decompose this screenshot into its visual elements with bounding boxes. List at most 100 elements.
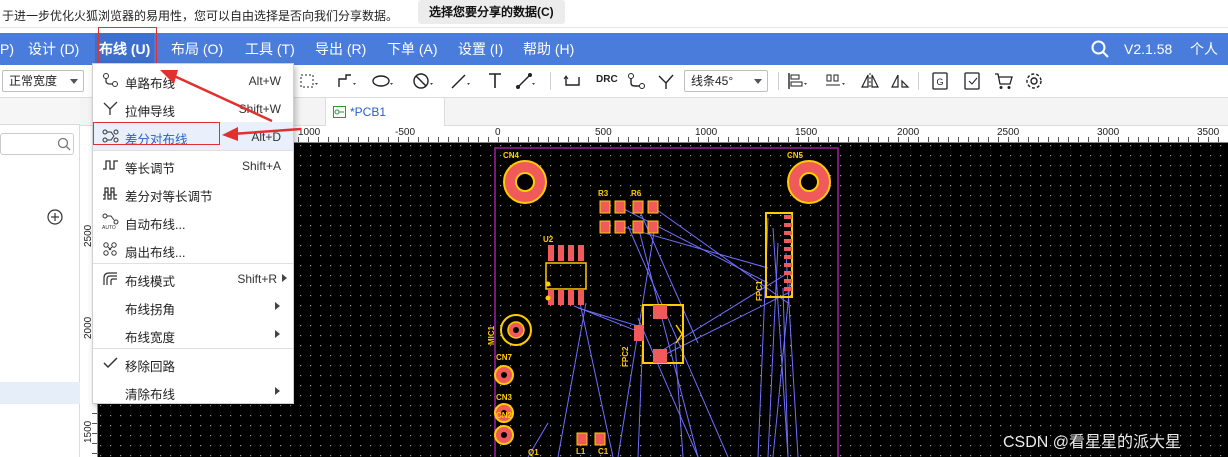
- menu-help[interactable]: 帮助 (H): [523, 33, 574, 65]
- ruler-label: -500: [395, 127, 416, 138]
- menu-item-shortcut: Alt+D: [251, 130, 281, 144]
- pcb-label-cn5: CN5: [787, 151, 804, 160]
- menu-item-shortcut: Shift+W: [238, 102, 281, 116]
- flip-horizontal-icon[interactable]: [859, 71, 881, 91]
- pcb-label-mic1: MIC1: [487, 325, 496, 345]
- line-width-select[interactable]: 正常宽度: [2, 70, 84, 92]
- align-icon[interactable]: [786, 71, 808, 91]
- left-panel-tab[interactable]: [0, 98, 80, 125]
- no-connect-icon[interactable]: [412, 71, 434, 91]
- menu-item-label: 拉伸导线: [125, 105, 176, 119]
- menu-item-label: 等长调节: [125, 162, 176, 176]
- personal-menu[interactable]: 个人: [1190, 33, 1218, 65]
- search-icon: [57, 137, 71, 151]
- notification-text: 于进一步优化火狐浏览器的易用性，您可以自由选择是否向我们分享数据。: [2, 9, 399, 23]
- ruler-label: 0: [495, 127, 501, 138]
- route-return-icon[interactable]: [562, 71, 584, 91]
- single-route-icon: [103, 73, 118, 87]
- menu-item-fanout[interactable]: 扇出布线...: [93, 235, 293, 263]
- ruler-label: 1000: [298, 127, 321, 138]
- pcb-icon: [333, 106, 346, 118]
- menu-layout[interactable]: 布局 (O): [171, 33, 223, 65]
- svg-text:AUTO: AUTO: [102, 225, 116, 229]
- stretch-icon[interactable]: [656, 71, 678, 91]
- menu-item-label: 差分对等长调节: [125, 190, 213, 204]
- menu-partial[interactable]: P): [0, 33, 14, 65]
- polyline-icon[interactable]: [336, 71, 358, 91]
- menu-item-label: 移除回路: [125, 360, 176, 374]
- chevron-down-icon: [754, 79, 762, 84]
- menu-order[interactable]: 下单 (A): [387, 33, 438, 65]
- pcb-label-l1: L1: [576, 447, 586, 456]
- ruler-label: 2000: [897, 127, 920, 138]
- menu-item-diff-length-tune[interactable]: 差分对等长调节: [93, 179, 293, 207]
- text-icon[interactable]: [485, 71, 507, 91]
- menu-item-stretch-track[interactable]: 拉伸导线 Shift+W: [93, 94, 293, 122]
- menu-item-length-tune[interactable]: 等长调节 Shift+A: [93, 151, 293, 179]
- toolbar-separator: [778, 72, 779, 90]
- menu-tools[interactable]: 工具 (T): [245, 33, 295, 65]
- bom-icon[interactable]: [962, 71, 984, 91]
- menu-item-shortcut: Alt+W: [248, 74, 281, 88]
- menu-item-shortcut: Shift+R: [237, 272, 277, 286]
- submenu-arrow-icon: [275, 302, 280, 310]
- tab-pcb1[interactable]: *PCB1: [325, 98, 445, 126]
- pcb-label-u2: U2: [543, 235, 554, 244]
- menu-item-route-mode[interactable]: 布线模式 Shift+R: [93, 264, 293, 292]
- menu-item-route-width[interactable]: 布线宽度: [93, 320, 293, 348]
- add-circle-icon[interactable]: [47, 209, 63, 225]
- ruler-label: 3500: [1197, 127, 1220, 138]
- version-label: V2.1.58: [1124, 41, 1173, 57]
- menu-item-auto-route[interactable]: AUTO 自动布线...: [93, 207, 293, 235]
- ruler-label: 1500: [83, 420, 94, 443]
- search-icon[interactable]: [1091, 40, 1109, 58]
- line-icon[interactable]: [450, 71, 472, 91]
- fanout-icon: [103, 242, 117, 256]
- menu-item-route-corner[interactable]: 布线拐角: [93, 292, 293, 320]
- menu-item-label: 单路布线: [125, 77, 176, 91]
- pcb-label-fpc1: FPC1: [755, 280, 764, 301]
- gear-icon[interactable]: [1024, 71, 1046, 91]
- flip-vertical-icon[interactable]: [889, 71, 911, 91]
- menu-item-label: 扇出布线...: [125, 246, 186, 260]
- line-width-value: 正常宽度: [9, 74, 58, 88]
- menu-item-label: 布线拐角: [125, 303, 176, 317]
- route-single-icon[interactable]: [626, 71, 648, 91]
- watermark: CSDN @看星星的派大星: [1003, 434, 1182, 451]
- share-data-button[interactable]: 选择您要分享的数据(C): [418, 0, 565, 24]
- gerber-icon[interactable]: G: [930, 71, 952, 91]
- select-box-icon[interactable]: [298, 71, 320, 91]
- menu-item-shortcut: Shift+A: [241, 159, 281, 173]
- notification-bar: 于进一步优化火狐浏览器的易用性，您可以自由选择是否向我们分享数据。 选择您要分享…: [0, 0, 1228, 28]
- left-panel: [0, 98, 80, 457]
- pcb-label-q1: Q1: [528, 448, 539, 457]
- corner-select[interactable]: 线条45°: [684, 70, 768, 92]
- menu-design[interactable]: 设计 (D): [28, 33, 79, 65]
- menu-item-label: 布线宽度: [125, 331, 176, 345]
- dimension-icon[interactable]: [515, 71, 537, 91]
- stretch-track-icon: [103, 101, 118, 115]
- check-icon: [103, 357, 118, 369]
- cart-icon[interactable]: [993, 71, 1015, 91]
- connector-cn4: [503, 160, 547, 204]
- menu-item-label: 自动布线...: [125, 218, 186, 232]
- menu-item-remove-loop[interactable]: 移除回路: [93, 349, 293, 377]
- menu-item-single-route[interactable]: 单路布线 Alt+W: [93, 66, 293, 94]
- menu-settings[interactable]: 设置 (I): [458, 33, 503, 65]
- distribute-icon[interactable]: [824, 71, 846, 91]
- pcb-label-r6: R6: [631, 189, 642, 198]
- ellipse-icon[interactable]: [372, 71, 394, 91]
- route-mode-icon: [103, 272, 117, 285]
- menu-item-clear-routes[interactable]: 清除布线: [93, 377, 293, 405]
- menu-export[interactable]: 导出 (R): [315, 33, 366, 65]
- submenu-arrow-icon: [282, 274, 287, 282]
- left-panel-selected-row[interactable]: [0, 382, 80, 404]
- menu-item-label: 布线模式: [125, 275, 176, 289]
- ruler-label: 1500: [795, 127, 818, 138]
- pcb-label-c1: C1: [598, 447, 609, 456]
- auto-route-icon: AUTO: [102, 213, 119, 229]
- drc-button[interactable]: DRC: [596, 74, 618, 85]
- left-panel-search[interactable]: [0, 133, 74, 155]
- pcb-label-cn7: CN7: [496, 353, 513, 362]
- toolbar-separator: [918, 72, 919, 90]
